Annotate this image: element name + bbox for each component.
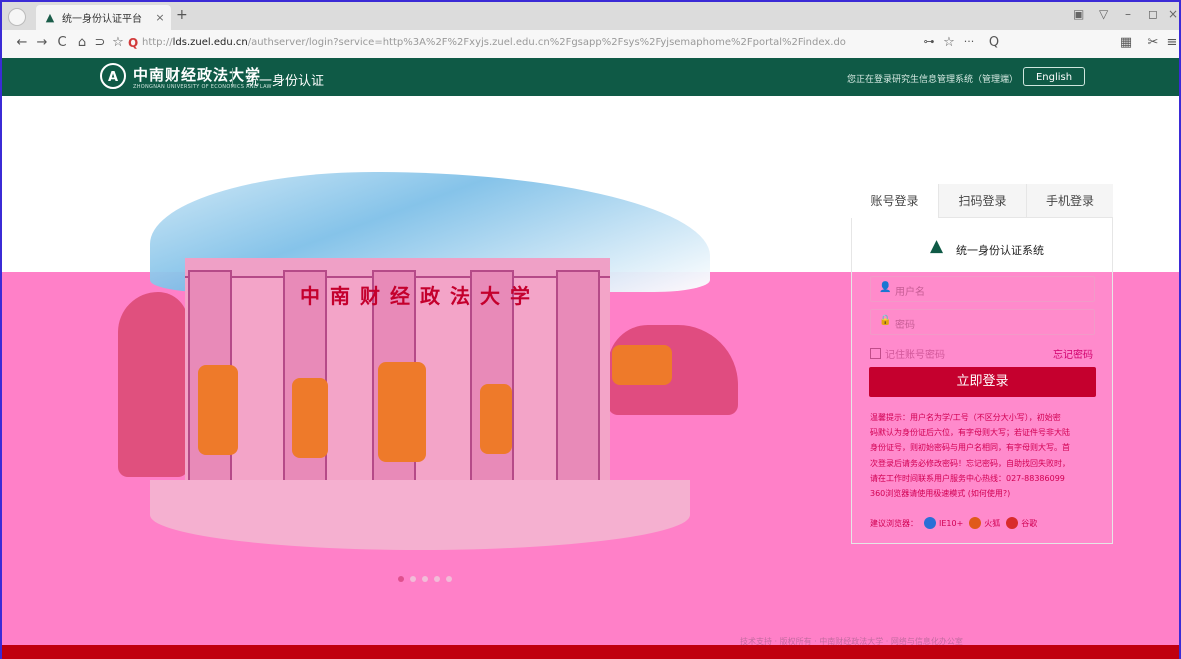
password-placeholder: 密码 (895, 320, 915, 331)
bottom-bar (0, 645, 1181, 659)
carousel-dot[interactable] (422, 576, 428, 582)
address-bar[interactable]: http://lds.zuel.edu.cn/authserver/login?… (142, 37, 846, 48)
login-notice: 您正在登录研究生信息管理系统（管理端） (847, 75, 1019, 85)
search-icon[interactable]: Q (986, 35, 1002, 50)
back-icon[interactable]: ← (14, 35, 30, 50)
tab-qrcode-login[interactable]: 扫码登录 (938, 184, 1026, 218)
bookmark-icon[interactable]: ☆ (110, 35, 126, 50)
ie-browser-icon[interactable] (924, 517, 936, 529)
home-icon[interactable]: ⌂ (74, 35, 90, 50)
gate-inscription: 中南财经政法大学 (300, 284, 540, 308)
system-logo-icon: ▲ (930, 236, 944, 256)
lock-icon: 🔒 (879, 315, 892, 326)
reload-icon[interactable]: C (54, 35, 70, 50)
browser-name[interactable]: IE10+ (939, 519, 963, 528)
forgot-password-link[interactable]: 忘记密码 (1053, 346, 1093, 361)
university-emblem-icon: A (100, 63, 126, 89)
hero-tree (480, 384, 512, 454)
browser-tab-title: 统一身份认证平台 (62, 14, 142, 25)
tab-phone-login[interactable]: 手机登录 (1026, 184, 1113, 218)
carousel-dot[interactable] (410, 576, 416, 582)
carousel-dot[interactable] (434, 576, 440, 582)
menu-icon[interactable]: ≡ (1164, 35, 1180, 50)
url-domain: lds.zuel.edu.cn (172, 37, 248, 48)
apps-grid-icon[interactable]: ▦ (1118, 35, 1134, 50)
university-name: 中南财经政法大学 (133, 66, 262, 84)
hero-tree (612, 345, 672, 385)
user-icon: 👤 (879, 282, 892, 293)
close-window-button[interactable]: × (1168, 7, 1178, 21)
carousel-indicators (398, 576, 452, 582)
header-divider (232, 68, 233, 86)
remember-me[interactable]: 记住账号密码 (870, 346, 945, 361)
tip-line: 码默认为身份证后六位，有字母则大写；若证件号非大陆 (870, 428, 1070, 438)
password-field[interactable]: 🔒 密码 (870, 309, 1095, 335)
more-icon[interactable]: ··· (961, 35, 977, 48)
recommended-browsers: 建议浏览器： IE10+ 火狐 谷歌 (870, 517, 1037, 529)
undo-close-icon[interactable]: ⊃ (92, 35, 108, 50)
system-name: 统一身份认证系统 (956, 244, 1044, 257)
firefox-browser-icon[interactable] (969, 517, 982, 529)
hero-tree (198, 365, 238, 455)
header-system-title: 统一身份认证 (246, 74, 325, 89)
login-button[interactable]: 立即登录 (869, 367, 1096, 397)
new-tab-button[interactable]: + (176, 7, 188, 23)
browsers-label: 建议浏览器： (870, 518, 918, 528)
language-button[interactable]: English (1023, 67, 1085, 86)
login-tips: 温馨提示：用户名为学/工号（不区分大小写），初始密 码默认为身份证后六位，有字母… (870, 410, 1098, 501)
hero-trees-left (118, 292, 188, 477)
tip-line: 身份证号，则初始密码与用户名相同，有字母则大写。首 (870, 443, 1070, 453)
favorite-star-icon[interactable]: ☆ (941, 35, 957, 50)
hero-tree (292, 378, 328, 458)
close-tab-icon[interactable]: × (153, 11, 167, 24)
hero-tree (378, 362, 426, 462)
site-favicon-icon: ▲ (45, 10, 55, 24)
maximize-button[interactable]: ◻ (1148, 7, 1158, 21)
save-page-icon[interactable]: ▽ (1099, 7, 1108, 21)
remember-label: 记住账号密码 (885, 350, 945, 361)
forward-icon[interactable]: → (34, 35, 50, 50)
minimize-button[interactable]: – (1125, 7, 1131, 21)
login-tabs: 账号登录 扫码登录 手机登录 (851, 184, 1113, 218)
carousel-dot[interactable] (398, 576, 404, 582)
remember-checkbox[interactable] (870, 348, 881, 359)
browser-tab[interactable]: ▲ 统一身份认证平台 × (36, 5, 171, 30)
tools-icon[interactable]: ✂ (1145, 35, 1161, 50)
tip-line: 请在工作时间联系用户服务中心热线：027-88386099 (870, 473, 1065, 483)
username-placeholder: 用户名 (895, 287, 925, 298)
browser-logo-icon (8, 8, 26, 26)
search-engine-icon: Q (128, 36, 139, 50)
browser-name[interactable]: 火狐 (984, 518, 1000, 529)
tab-account-login[interactable]: 账号登录 (851, 184, 938, 218)
username-field[interactable]: 👤 用户名 (870, 276, 1095, 302)
browser-nav-bar: ← → C ⌂ ⊃ ☆ Q http://lds.zuel.edu.cn/aut… (0, 30, 1181, 59)
carousel-dot[interactable] (446, 576, 452, 582)
tip-line: 360浏览器请使用极速模式 (如何使用?) (870, 489, 1011, 499)
hero-ground (150, 480, 690, 550)
reader-mode-icon[interactable]: ▣ (1073, 7, 1084, 21)
browser-name[interactable]: 谷歌 (1021, 518, 1037, 529)
tip-line: 次登录后请务必修改密码！忘记密码，自助找回失败时， (870, 458, 1070, 468)
hero-gate-pillar (556, 270, 600, 496)
browser-tab-bar: ▲ 统一身份认证平台 × + ▣ ▽ – ◻ × (0, 0, 1181, 30)
chrome-browser-icon[interactable] (1006, 517, 1019, 529)
key-icon[interactable]: ⊶ (921, 35, 937, 48)
tip-line: 温馨提示：用户名为学/工号（不区分大小写），初始密 (870, 413, 1061, 422)
